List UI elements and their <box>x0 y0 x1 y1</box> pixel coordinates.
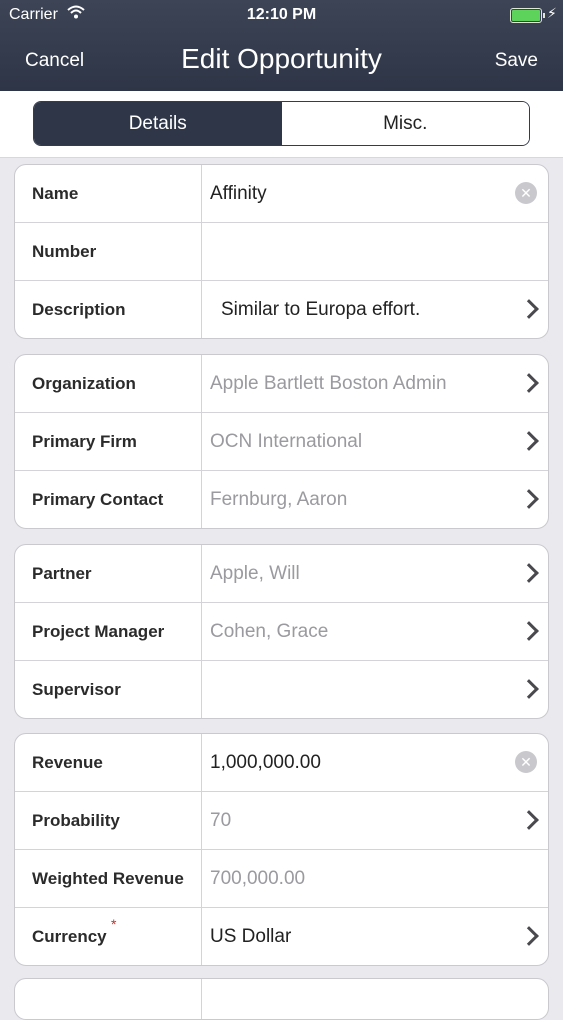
chevron-right-icon <box>519 926 539 946</box>
organization-row[interactable]: Organization Apple Bartlett Boston Admin <box>15 355 548 413</box>
currency-value: US Dollar <box>210 926 292 947</box>
name-field[interactable]: Affinity <box>210 165 267 222</box>
charging-icon: ⚡ <box>547 5 557 21</box>
financial-group: Revenue 1,000,000.00 ✕ Probability 70 We… <box>14 733 549 966</box>
segment-bar: Details Misc. <box>0 91 563 158</box>
save-button[interactable]: Save <box>495 50 538 72</box>
organization-label: Organization <box>32 374 136 393</box>
number-label: Number <box>32 242 97 261</box>
primary-contact-row[interactable]: Primary Contact Fernburg, Aaron <box>15 471 548 528</box>
weighted-revenue-row: Weighted Revenue 700,000.00 <box>15 850 548 908</box>
probability-value: 70 <box>210 810 232 831</box>
primary-firm-row[interactable]: Primary Firm OCN International <box>15 413 548 471</box>
chevron-right-icon <box>519 621 539 641</box>
weighted-revenue-value: 700,000.00 <box>210 868 306 889</box>
navigation-bar: Cancel Edit Opportunity Save <box>0 30 563 91</box>
primary-contact-value: Fernburg, Aaron <box>210 489 348 510</box>
next-group <box>14 978 549 1020</box>
revenue-row[interactable]: Revenue 1,000,000.00 ✕ <box>15 734 548 792</box>
number-row[interactable]: Number <box>15 223 548 281</box>
name-label: Name <box>32 184 79 203</box>
tab-misc[interactable]: Misc. <box>281 102 529 145</box>
probability-label: Probability <box>32 811 120 830</box>
chevron-right-icon <box>519 373 539 393</box>
page-title: Edit Opportunity <box>181 43 382 74</box>
supervisor-label: Supervisor <box>32 680 121 699</box>
description-row[interactable]: Description Similar to Europa effort. <box>15 281 548 338</box>
segmented-control: Details Misc. <box>33 101 530 146</box>
revenue-field[interactable]: 1,000,000.00 <box>210 734 321 791</box>
clear-icon[interactable]: ✕ <box>515 182 537 204</box>
top-bar: Carrier 12:10 PM ⚡ Cancel Edit Opportuni… <box>0 0 563 91</box>
revenue-label: Revenue <box>32 753 103 772</box>
partner-label: Partner <box>32 564 92 583</box>
chevron-right-icon <box>519 489 539 509</box>
supervisor-row[interactable]: Supervisor <box>15 661 548 718</box>
basic-info-group: Name Affinity ✕ Number Description Simil… <box>14 164 549 339</box>
chevron-right-icon <box>519 563 539 583</box>
required-indicator: * <box>111 916 117 932</box>
probability-row[interactable]: Probability 70 <box>15 792 548 850</box>
project-manager-row[interactable]: Project Manager Cohen, Grace <box>15 603 548 661</box>
clock: 12:10 PM <box>246 6 317 23</box>
battery-icon <box>510 8 545 23</box>
chevron-right-icon <box>519 299 539 319</box>
primary-contact-label: Primary Contact <box>32 490 164 509</box>
organization-value: Apple Bartlett Boston Admin <box>210 373 447 394</box>
primary-firm-value: OCN International <box>210 431 363 452</box>
description-label: Description <box>32 300 126 319</box>
clear-icon[interactable]: ✕ <box>515 751 537 773</box>
organization-group: Organization Apple Bartlett Boston Admin… <box>14 354 549 529</box>
partner-row[interactable]: Partner Apple, Will <box>15 545 548 603</box>
status-bar: Carrier 12:10 PM ⚡ <box>0 0 563 30</box>
project-manager-value: Cohen, Grace <box>210 621 329 642</box>
chevron-right-icon <box>519 679 539 699</box>
project-manager-label: Project Manager <box>32 622 165 641</box>
name-row[interactable]: Name Affinity ✕ <box>15 165 548 223</box>
currency-row[interactable]: Currency * US Dollar <box>15 908 548 965</box>
team-group: Partner Apple, Will Project Manager Cohe… <box>14 544 549 719</box>
primary-firm-label: Primary Firm <box>32 432 137 451</box>
weighted-revenue-label: Weighted Revenue <box>32 869 184 888</box>
currency-label: Currency <box>32 927 107 946</box>
description-value: Similar to Europa effort. <box>221 299 421 320</box>
partner-value: Apple, Will <box>210 563 300 584</box>
chevron-right-icon <box>519 810 539 830</box>
chevron-right-icon <box>519 431 539 451</box>
tab-details[interactable]: Details <box>34 102 282 145</box>
